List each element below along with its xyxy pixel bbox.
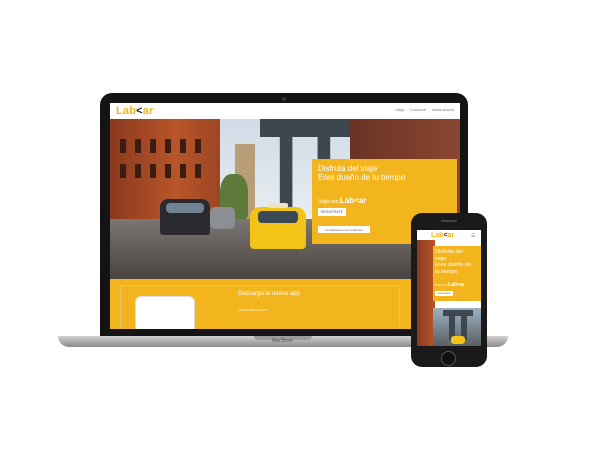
home-button[interactable] [441,351,456,366]
window [150,164,156,178]
hero-title: Disfruta del viaje Eres dueño de tu tiem… [318,164,458,182]
phone-title-line4: tu tiempo [435,268,458,275]
window [150,139,156,153]
phone-illustration [135,296,195,329]
phone-register-button[interactable]: REGISTRATE [435,291,453,296]
laptop-label: MacBook [272,338,293,344]
become-driver-button[interactable]: Conviértete en un conductor [318,226,370,233]
phone-hero-title: Disfruta del viaje Eres dueño de tu tiem… [435,249,481,275]
window [195,164,201,178]
phone-header: Lab<ar ☰ [417,230,481,240]
site-header: Lab<ar Viaja Conduce Inicia sesión [110,103,460,119]
hero-subtitle-logo: Lab<ar [339,196,367,205]
window [165,164,171,178]
hero-title-line1: Disfruta del viaje [318,164,378,173]
phone-speaker [441,220,457,222]
camera-icon [282,97,286,101]
window [135,139,141,153]
nav-item-viaja[interactable]: Viaja [395,107,404,112]
site-logo[interactable]: Lab<ar [116,105,154,117]
hero-subtitle-prefix: Viaja con [318,199,339,205]
logo-text-ar: ar [142,105,154,117]
download-title: Descarga la nueva app [238,291,300,297]
nav-item-login[interactable]: Inicia sesión [432,107,454,112]
phone-logo[interactable]: Lab<ar [431,232,454,239]
hero-title-line2: Eres dueño de tu tiempo [318,173,406,182]
window [165,139,171,153]
taxi-windshield [258,211,298,223]
window [135,164,141,178]
main-nav: Viaja Conduce Inicia sesión [395,107,454,112]
laptop-screen: Lab<ar Viaja Conduce Inicia sesión Disfr… [110,103,460,329]
hero-section: Disfruta del viaje Eres dueño de tu tiem… [110,119,460,279]
window [195,139,201,153]
phone-screen: Lab<ar ☰ Disfruta del viaje Eres dueño d… [417,230,481,346]
hero-subtitle: Viaja con Lab<ar [318,196,366,205]
car-sedan [210,207,235,229]
hamburger-menu-icon[interactable]: ☰ [471,233,475,239]
phone-taxi [451,336,465,344]
taxi-roof-sign [268,203,288,208]
logo-text-lab: Lab [116,105,137,117]
phone-hero-subtitle: Viaja con Lab<ar [435,282,465,288]
window [180,164,186,178]
window [120,164,126,178]
window [180,139,186,153]
car-windshield [166,203,204,213]
window [120,139,126,153]
nav-item-conduce[interactable]: Conduce [410,107,426,112]
register-button[interactable]: REGISTRATE [318,208,346,216]
download-text: Lo nuevo ahora de Lab<ar [238,309,268,312]
download-section: Descarga la nueva app Lo nuevo ahora de … [110,279,460,329]
logo-mark: < [136,105,143,117]
